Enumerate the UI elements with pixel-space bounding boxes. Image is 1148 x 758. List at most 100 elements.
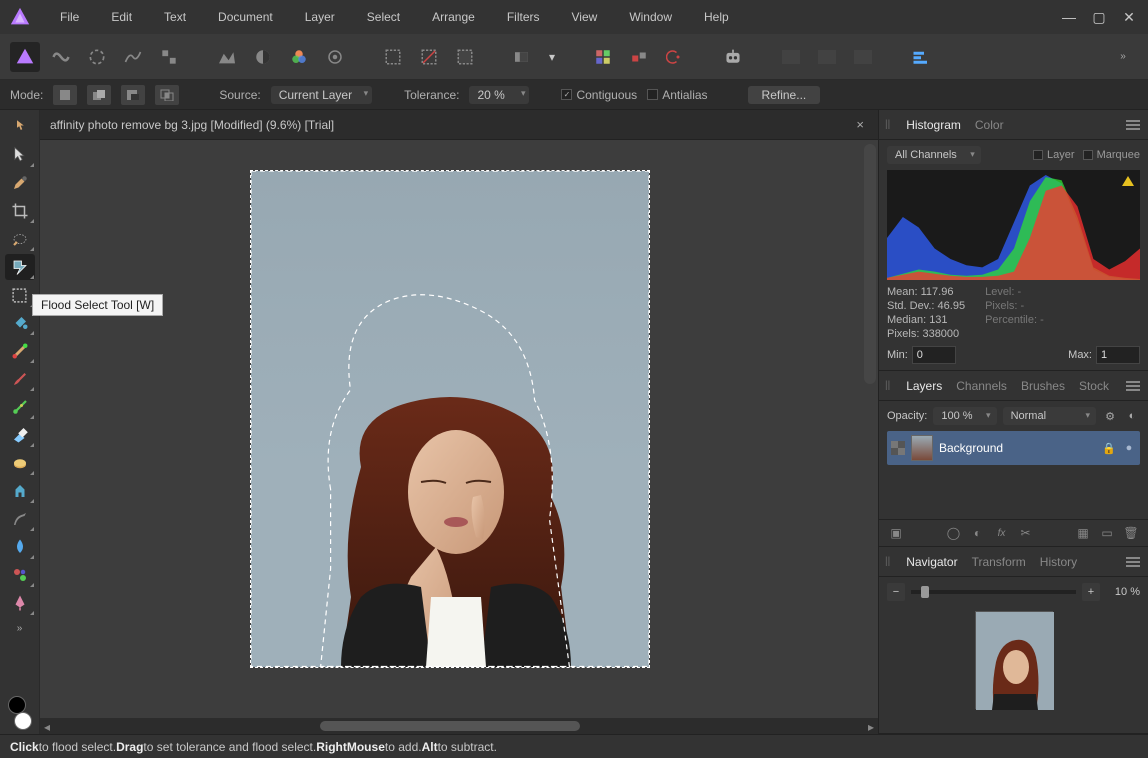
selection-brush-tool[interactable] <box>5 226 35 252</box>
paint-mixer-tool[interactable] <box>5 394 35 420</box>
zoom-in-button[interactable]: + <box>1082 583 1100 601</box>
refine-button[interactable]: Refine... <box>748 86 821 104</box>
tab-color[interactable]: Color <box>973 114 1006 136</box>
grid-button[interactable] <box>588 42 618 72</box>
add-layer-icon[interactable]: ▦ <box>1074 524 1092 542</box>
merge-icon[interactable]: ▣ <box>887 524 905 542</box>
delete-layer-icon[interactable]: 🗑 <box>1122 524 1140 542</box>
fx-icon[interactable]: fx <box>993 524 1011 542</box>
window-minimize-button[interactable]: — <box>1058 6 1080 28</box>
retouch-tool[interactable] <box>5 562 35 588</box>
tab-histogram[interactable]: Histogram <box>904 114 963 136</box>
panel-drag-handle-icon[interactable]: || <box>885 119 890 130</box>
move-tool[interactable] <box>5 142 35 168</box>
menu-document[interactable]: Document <box>202 4 289 30</box>
dodge-tool[interactable] <box>5 506 35 532</box>
menu-layer[interactable]: Layer <box>289 4 351 30</box>
horizontal-scrollbar[interactable]: ◂ ▸ <box>40 718 878 734</box>
layer-row-background[interactable]: Background 🔒 ● <box>887 431 1140 465</box>
blendmode-select[interactable]: Normal <box>1003 407 1096 425</box>
visibility-icon[interactable]: ● <box>1122 441 1136 455</box>
blur-tool[interactable] <box>5 534 35 560</box>
gear-icon[interactable]: ⚙ <box>1102 408 1118 424</box>
panel-menu-icon[interactable] <box>1126 118 1142 132</box>
paintbrush-tool[interactable] <box>5 366 35 392</box>
document-canvas[interactable] <box>250 170 650 668</box>
marquee-tool[interactable] <box>5 282 35 308</box>
crop-tool[interactable] <box>5 198 35 224</box>
window-close-button[interactable]: ✕ <box>1118 6 1140 28</box>
group-icon[interactable]: ▭ <box>1098 524 1116 542</box>
panel-drag-handle-icon[interactable]: || <box>885 380 890 391</box>
panel-menu-icon[interactable] <box>1126 555 1142 569</box>
window-restore-button[interactable]: ▢ <box>1088 6 1110 28</box>
gradient-tool[interactable] <box>5 338 35 364</box>
crop-layer-icon[interactable]: ✂ <box>1017 524 1035 542</box>
navigator-preview[interactable] <box>975 611 1053 709</box>
colorpicker-tool[interactable] <box>5 170 35 196</box>
invert-select-button[interactable] <box>450 42 480 72</box>
menu-arrange[interactable]: Arrange <box>416 4 491 30</box>
zoom-slider[interactable] <box>911 590 1076 594</box>
channels-select[interactable]: All Channels <box>887 146 981 164</box>
autocolors-button[interactable] <box>284 42 314 72</box>
persona-liquify[interactable] <box>46 42 76 72</box>
antialias-checkbox[interactable]: Antialias <box>647 88 707 102</box>
align-button[interactable] <box>906 42 936 72</box>
menu-select[interactable]: Select <box>351 4 416 30</box>
color-swatch[interactable] <box>6 696 34 730</box>
erase-tool[interactable] <box>5 422 35 448</box>
tab-layers[interactable]: Layers <box>904 375 944 397</box>
marquee-checkbox[interactable]: Marquee <box>1083 149 1140 161</box>
view-tool[interactable] <box>5 114 35 140</box>
tab-history[interactable]: History <box>1038 551 1079 573</box>
tab-stock[interactable]: Stock <box>1077 375 1111 397</box>
document-tab-close[interactable]: × <box>852 117 868 132</box>
tab-brushes[interactable]: Brushes <box>1019 375 1067 397</box>
mode-new-button[interactable] <box>53 85 77 105</box>
menu-window[interactable]: Window <box>613 4 688 30</box>
menu-file[interactable]: File <box>44 4 95 30</box>
opacity-select[interactable]: 100 % <box>933 407 996 425</box>
viewport[interactable] <box>40 140 878 718</box>
tolerance-select[interactable]: 20 % <box>469 86 529 104</box>
mode-subtract-button[interactable] <box>121 85 145 105</box>
zoom-out-button[interactable]: − <box>887 583 905 601</box>
inpainting-tool[interactable] <box>5 478 35 504</box>
source-select[interactable]: Current Layer <box>271 86 372 104</box>
contiguous-checkbox[interactable]: ✓Contiguous <box>561 88 637 102</box>
autolevels-button[interactable] <box>212 42 242 72</box>
arrow-down-icon[interactable]: ▾ <box>544 42 560 72</box>
flood-fill-tool[interactable] <box>5 310 35 336</box>
menu-edit[interactable]: Edit <box>95 4 148 30</box>
persona-tonemap[interactable] <box>118 42 148 72</box>
quickmask-button[interactable] <box>508 42 538 72</box>
menu-help[interactable]: Help <box>688 4 745 30</box>
mode-intersect-button[interactable] <box>155 85 179 105</box>
tools-overflow-icon[interactable]: » <box>5 618 35 638</box>
tab-navigator[interactable]: Navigator <box>904 551 959 573</box>
menu-text[interactable]: Text <box>148 4 202 30</box>
blend-ranges-icon[interactable]: ◐ <box>1124 408 1140 424</box>
mode-add-button[interactable] <box>87 85 111 105</box>
adjustment-icon[interactable]: ◐ <box>969 524 987 542</box>
pen-tool[interactable] <box>5 590 35 616</box>
panel-drag-handle-icon[interactable]: || <box>885 556 890 567</box>
mask-icon[interactable]: ◯ <box>945 524 963 542</box>
max-input[interactable] <box>1096 346 1140 364</box>
min-input[interactable] <box>912 346 956 364</box>
autocontrast-button[interactable] <box>248 42 278 72</box>
tab-transform[interactable]: Transform <box>970 551 1028 573</box>
toolbar-overflow-icon[interactable]: » <box>1108 47 1138 67</box>
layer-checkbox[interactable]: Layer <box>1033 149 1075 161</box>
clone-tool[interactable] <box>5 450 35 476</box>
deselect-button[interactable] <box>414 42 444 72</box>
assistant-button[interactable] <box>718 42 748 72</box>
lock-icon[interactable]: 🔒 <box>1102 441 1116 455</box>
persona-export[interactable] <box>154 42 184 72</box>
force-align-button[interactable] <box>660 42 690 72</box>
menu-filters[interactable]: Filters <box>491 4 556 30</box>
persona-develop[interactable] <box>82 42 112 72</box>
snap-button[interactable] <box>624 42 654 72</box>
persona-photo[interactable] <box>10 42 40 72</box>
